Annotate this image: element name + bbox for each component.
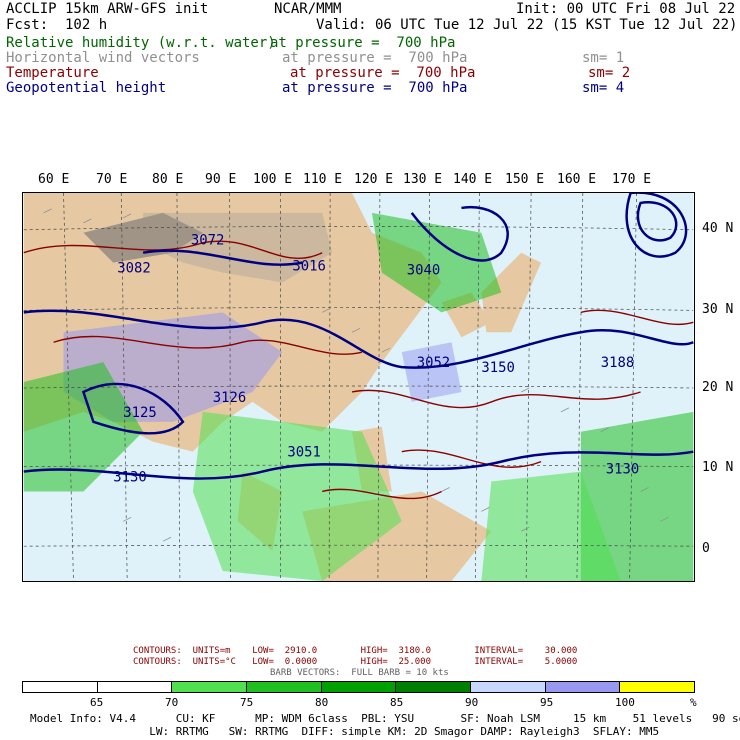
forecast-hour: Fcst: 102 h	[6, 17, 108, 33]
colorbar-swatch	[321, 682, 397, 692]
lat-label: 20 N	[702, 380, 734, 395]
lon-label: 80 E	[152, 172, 184, 187]
barb-info: BARB VECTORS: FULL BARB = 10 kts	[270, 668, 449, 678]
colorbar-label: %	[690, 696, 697, 709]
lon-label: 150 E	[505, 172, 545, 187]
colorbar-label: 75	[240, 696, 254, 709]
model-info-line1: Model Info: V4.4 CU: KF MP: WDM 6class P…	[30, 712, 740, 725]
height-label: 3130	[606, 462, 640, 478]
field-wind-name: Horizontal wind vectors	[6, 50, 200, 66]
field-temp-sm: sm= 2	[588, 65, 631, 81]
height-label: 3126	[213, 390, 247, 406]
lat-label: 10 N	[702, 460, 734, 475]
lon-label: 90 E	[205, 172, 237, 187]
field-geo-sm: sm= 4	[582, 80, 625, 96]
lon-label: 140 E	[453, 172, 493, 187]
lon-label: 160 E	[557, 172, 597, 187]
height-label: 3150	[481, 360, 515, 376]
colorbar-label: 65	[90, 696, 104, 709]
colorbar-swatch	[23, 682, 98, 692]
field-wind-level: at pressure = 700 hPa	[282, 50, 468, 66]
model-info-line2: LW: RRTMG SW: RRTMG DIFF: simple KM: 2D …	[30, 725, 660, 738]
org-label: NCAR/MMM	[274, 1, 342, 17]
colorbar-label: 90	[465, 696, 479, 709]
rh-area-high	[401, 342, 462, 402]
colorbar-label: 100	[615, 696, 635, 709]
lon-label: 170 E	[612, 172, 652, 187]
colorbar-swatch	[471, 682, 546, 692]
height-label: 3016	[292, 259, 325, 275]
height-label: 3188	[601, 355, 635, 371]
field-temp-level: at pressure = 700 hPa	[290, 65, 476, 81]
field-wind-sm: sm= 1	[582, 50, 625, 66]
lat-label: 40 N	[702, 221, 734, 236]
colorbar-label: 80	[315, 696, 329, 709]
field-temp-name: Temperature	[6, 65, 99, 81]
init-time: Init: 00 UTC Fri 08 Jul 22	[516, 1, 736, 17]
contour-info-temp: CONTOURS: UNITS=°C LOW= 0.0000 HIGH= 25.…	[133, 657, 578, 667]
height-label: 3051	[287, 445, 321, 461]
valid-time: Valid: 06 UTC Tue 12 Jul 22 (15 KST Tue …	[316, 17, 738, 33]
height-label: 3130	[113, 470, 147, 486]
lon-label: 110 E	[303, 172, 343, 187]
colorbar-swatch	[97, 682, 173, 692]
colorbar	[22, 681, 695, 693]
lon-label: 100 E	[253, 172, 293, 187]
field-geo-name: Geopotential height	[6, 80, 167, 96]
field-rh-level: at pressure = 700 hPa	[270, 35, 456, 51]
weather-map: 3072 3082 3016 3040 3188 3150 3130 3125 …	[22, 192, 695, 582]
height-label: 3125	[123, 405, 157, 421]
contour-info-height: CONTOURS: UNITS=m LOW= 2910.0 HIGH= 3180…	[133, 646, 578, 656]
height-label: 3082	[117, 261, 151, 277]
model-title: ACCLIP 15km ARW-GFS init	[6, 1, 209, 17]
colorbar-swatch	[396, 682, 472, 692]
lat-label: 0	[702, 541, 710, 556]
colorbar-label: 95	[540, 696, 554, 709]
colorbar-label: 70	[165, 696, 179, 709]
lon-label: 70 E	[96, 172, 128, 187]
height-label: 3072	[191, 233, 225, 249]
colorbar-swatch	[247, 682, 322, 692]
colorbar-swatch	[620, 682, 695, 692]
colorbar-label: 85	[390, 696, 404, 709]
lon-label: 120 E	[354, 172, 394, 187]
height-label: 3052	[417, 355, 450, 371]
lon-label: 60 E	[38, 172, 70, 187]
lon-label: 130 E	[403, 172, 443, 187]
colorbar-swatch	[545, 682, 621, 692]
field-geo-level: at pressure = 700 hPa	[282, 80, 468, 96]
colorbar-swatch	[172, 682, 248, 692]
lat-label: 30 N	[702, 302, 734, 317]
field-rh-name: Relative humidity (w.r.t. water)	[6, 35, 276, 51]
height-label: 3040	[407, 263, 441, 279]
